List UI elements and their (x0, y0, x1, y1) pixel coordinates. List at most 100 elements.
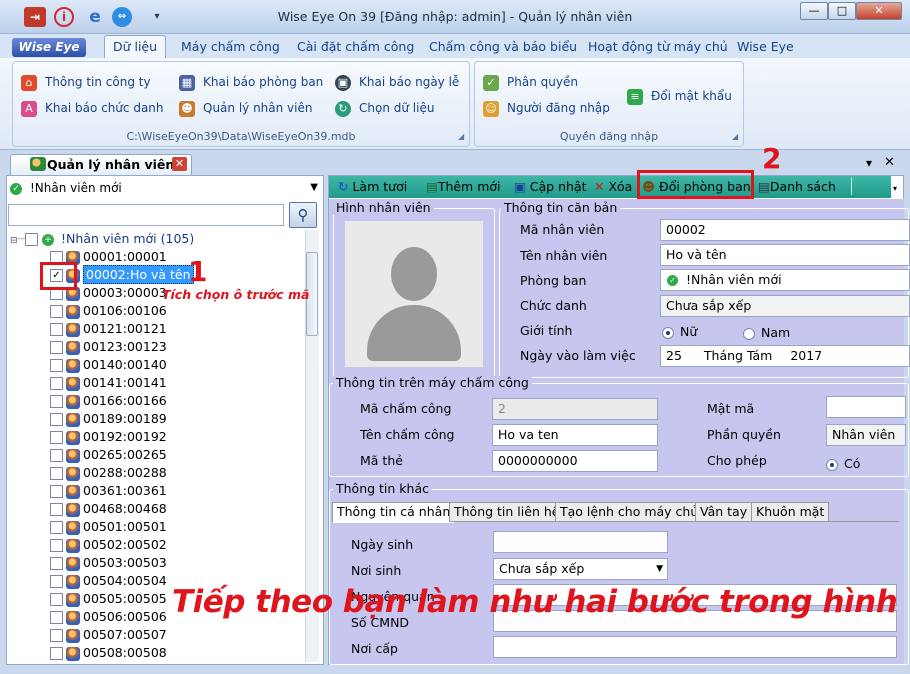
tree-employee-row[interactable]: 00141:00141 (50, 374, 167, 392)
pane-menu-icon[interactable]: ▾ (866, 156, 872, 170)
maximize-button[interactable]: □ (828, 2, 856, 20)
tree-employee-row[interactable]: 00123:00123 (50, 338, 167, 356)
tree-employee-row[interactable]: 00106:00106 (50, 302, 167, 320)
start-date-picker[interactable]: 25 Tháng Tám 2017 (660, 345, 910, 367)
card-id-field[interactable]: 0000000000 (492, 450, 658, 472)
collapse-icon[interactable]: ⊟ (10, 236, 18, 246)
tree-employee-row[interactable]: 00507:00507 (50, 626, 167, 644)
tab-may-cham-cong[interactable]: Máy chấm công (181, 38, 280, 58)
permission-button[interactable]: ✓ Phân quyền (483, 72, 578, 92)
employee-search-input[interactable] (8, 204, 284, 226)
refresh-button[interactable]: ↻ Làm tươi (338, 176, 407, 198)
minimize-button[interactable]: — (800, 2, 828, 20)
update-button[interactable]: ▣ Cập nhật (514, 176, 587, 198)
info-icon[interactable]: i (54, 7, 74, 27)
tree-root[interactable]: ⊟┄ + !Nhân viên mới (105) (10, 230, 194, 248)
employee-checkbox[interactable] (50, 413, 63, 426)
holiday-button[interactable]: ▣ Khai báo ngày lễ (335, 72, 459, 92)
privilege-select[interactable]: Nhân viên (826, 424, 906, 446)
employee-photo[interactable] (345, 221, 483, 367)
employee-checkbox[interactable] (50, 377, 63, 390)
employee-checkbox[interactable] (50, 449, 63, 462)
department-filter-select[interactable]: ✓ !Nhân viên mới ▼ (10, 178, 318, 198)
dialog-launcher-icon[interactable]: ◢ (732, 132, 738, 141)
dialog-launcher-icon[interactable]: ◢ (458, 132, 464, 141)
employee-checkbox[interactable] (50, 467, 63, 480)
employee-checkbox[interactable] (50, 485, 63, 498)
job-title-button[interactable]: A Khai báo chức danh (21, 98, 164, 118)
tree-employee-row[interactable]: 00508:00508 (50, 644, 167, 662)
birthplace-select[interactable]: Chưa sắp xếp ▼ (493, 558, 668, 580)
tree-employee-row[interactable]: 00468:00468 (50, 500, 167, 518)
tab-face[interactable]: Khuôn mặt (751, 502, 830, 522)
search-button[interactable]: ⚲ (289, 202, 317, 228)
employee-checkbox[interactable] (50, 611, 63, 624)
enabled-yes-radio[interactable]: Có (826, 456, 860, 472)
tree-employee-row[interactable]: 00503:00503 (50, 554, 167, 572)
delete-button[interactable]: ✕ Xóa (594, 176, 632, 198)
employee-checkbox[interactable] (50, 431, 63, 444)
toolbar-overflow-icon[interactable]: ▾ (893, 184, 897, 193)
employee-checkbox[interactable] (50, 647, 63, 660)
attendance-name-field[interactable]: Ho va ten (492, 424, 658, 446)
attendance-id-field[interactable]: 2 (492, 398, 658, 420)
company-info-button[interactable]: ⌂ Thông tin công ty (21, 72, 151, 92)
employee-checkbox[interactable] (50, 521, 63, 534)
employee-checkbox[interactable] (50, 503, 63, 516)
change-password-button[interactable]: ≡ Đổi mật khẩu (627, 86, 732, 106)
employee-id-field[interactable]: 00002 (660, 219, 910, 241)
tab-du-lieu[interactable]: Dữ liệu (104, 35, 166, 59)
employee-checkbox[interactable] (50, 341, 63, 354)
login-users-button[interactable]: ☺ Người đăng nhập (483, 98, 610, 118)
tab-wise-eye[interactable]: Wise Eye (737, 38, 794, 58)
employee-checkbox[interactable] (50, 395, 63, 408)
list-button[interactable]: ▤Danh sách (758, 176, 836, 198)
tree-employee-row[interactable]: 00121:00121 (50, 320, 167, 338)
checkbox[interactable] (25, 233, 39, 246)
employee-name-field[interactable]: Ho và tên (660, 244, 910, 266)
teamviewer-icon[interactable]: ⇔ (112, 7, 132, 27)
browser-icon[interactable]: e (84, 7, 106, 27)
employee-checkbox[interactable] (50, 629, 63, 642)
tree-employee-row[interactable]: 00288:00288 (50, 464, 167, 482)
tree-employee-row[interactable]: 00265:00265 (50, 446, 167, 464)
tab-hoat-dong-may-chu[interactable]: Hoạt động từ máy chủ (588, 38, 728, 58)
birthdate-field[interactable] (493, 531, 668, 553)
add-new-button[interactable]: ▤Thêm mới (426, 176, 501, 198)
tree-employee-row[interactable]: 00505:00505 (50, 590, 167, 608)
tree-employee-row[interactable]: 00502:00502 (50, 536, 167, 554)
choose-data-button[interactable]: ↻ Chọn dữ liệu (335, 98, 434, 118)
tree-employee-row[interactable]: 00192:00192 (50, 428, 167, 446)
tree-employee-row[interactable]: 00166:00166 (50, 392, 167, 410)
close-tab-button[interactable]: ✕ (172, 157, 187, 171)
tab-cham-cong-bao-bieu[interactable]: Chấm công và báo biểu (429, 38, 577, 58)
tab-contact-info[interactable]: Thông tin liên hệ (449, 502, 565, 522)
tab-server-command[interactable]: Tạo lệnh cho máy chủ (555, 502, 704, 522)
tree-employee-row[interactable]: 00361:00361 (50, 482, 167, 500)
tree-employee-row[interactable]: 00140:00140 (50, 356, 167, 374)
employee-checkbox[interactable] (50, 323, 63, 336)
password-field[interactable] (826, 396, 906, 418)
issue-place-field[interactable] (493, 636, 897, 658)
employee-checkbox[interactable] (50, 359, 63, 372)
department-field[interactable]: ✓ !Nhân viên mới (660, 269, 910, 291)
employee-checkbox[interactable] (50, 305, 63, 318)
close-window-button[interactable]: ✕ (856, 2, 902, 20)
employee-manage-button[interactable]: ☻ Quản lý nhân viên (179, 98, 312, 118)
employee-checkbox[interactable] (50, 575, 63, 588)
tree-employee-row[interactable]: 00189:00189 (50, 410, 167, 428)
tab-personal-info[interactable]: Thông tin cá nhân (332, 502, 456, 523)
exit-icon[interactable]: ⇥ (24, 7, 46, 27)
job-title-select[interactable]: Chưa sắp xếp (660, 295, 910, 317)
app-logo[interactable]: Wise Eye (12, 38, 86, 57)
quick-access-menu-icon[interactable]: ▾ (146, 7, 168, 27)
employee-checkbox[interactable] (50, 539, 63, 552)
department-button[interactable]: ▦ Khai báo phòng ban (179, 72, 323, 92)
employee-checkbox[interactable] (50, 557, 63, 570)
close-pane-button[interactable]: ✕ (884, 155, 895, 170)
gender-female-radio[interactable]: Nữ (662, 324, 697, 340)
employee-checkbox[interactable] (50, 593, 63, 606)
tab-fingerprint[interactable]: Vân tay (695, 502, 753, 522)
tab-cai-dat-cham-cong[interactable]: Cài đặt chấm công (297, 38, 414, 58)
tree-employee-row[interactable]: 00506:00506 (50, 608, 167, 626)
